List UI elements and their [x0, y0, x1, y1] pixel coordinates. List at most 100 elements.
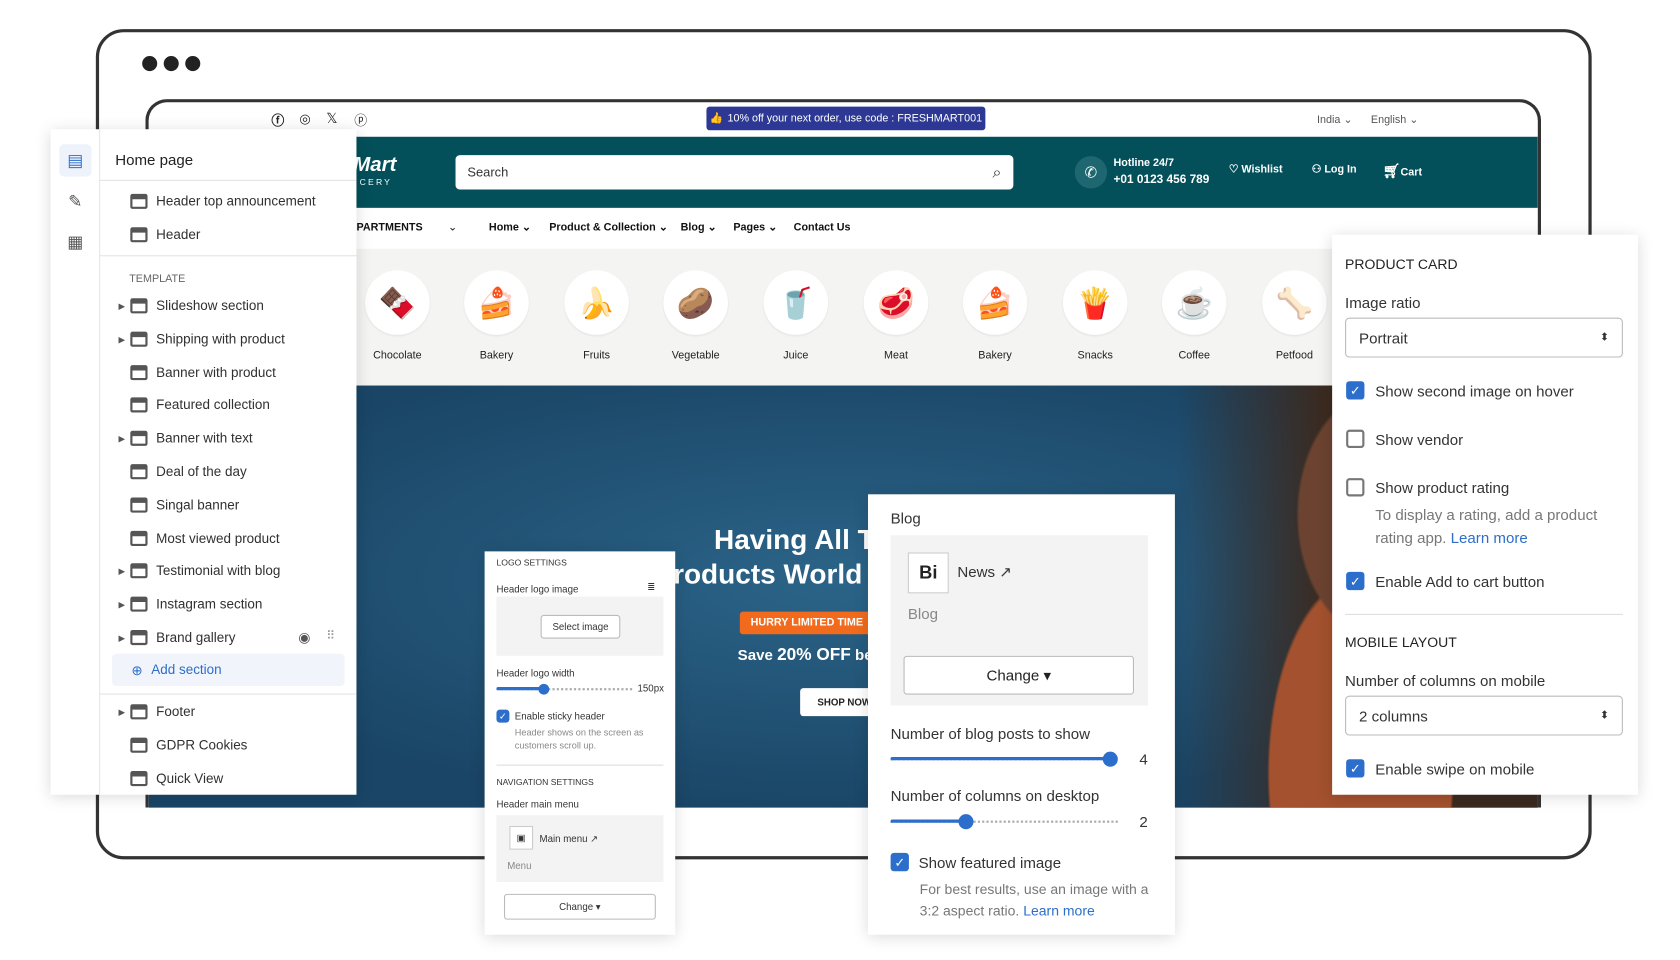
product-rating-checkbox[interactable]: Show product rating [1346, 478, 1509, 497]
category-item[interactable]: 🍌 Fruits [554, 270, 640, 362]
learn-more-link[interactable]: Learn more [1451, 529, 1528, 546]
expand-arrow-icon[interactable]: ▶ [118, 633, 125, 643]
add-to-cart-checkbox[interactable]: ✓ Enable Add to cart button [1346, 571, 1545, 591]
change-menu-button[interactable]: Change ▾ [503, 893, 656, 920]
field-label: Blog [890, 509, 921, 527]
instagram-icon[interactable]: ◎ [299, 111, 310, 126]
icon-rail: ▤ ✎ ▦ [51, 129, 101, 795]
drag-handle-icon[interactable]: ⠿ [326, 629, 335, 643]
category-image: ☕ [1161, 270, 1227, 335]
category-label: Bakery [978, 349, 1012, 362]
select-image-button[interactable]: Select image [540, 614, 621, 639]
pinterest-icon[interactable]: ⓟ [354, 111, 367, 129]
section-item[interactable]: Slideshow section [130, 298, 264, 314]
section-item[interactable]: Deal of the day [130, 464, 247, 480]
expand-arrow-icon[interactable]: ▶ [118, 302, 125, 312]
category-item[interactable]: 🥩 Meat [853, 270, 939, 362]
section-icon [130, 430, 148, 447]
field-label: Number of blog posts to show [890, 724, 1091, 742]
category-item[interactable]: 🍰 Bakery [453, 270, 539, 362]
category-item[interactable]: 🥤 Juice [753, 270, 839, 362]
search-icon[interactable]: ⌕ [992, 163, 1001, 181]
mobile-columns-select[interactable]: 2 columns ⬍ [1345, 695, 1623, 736]
expand-arrow-icon[interactable]: ▶ [118, 335, 125, 345]
search-input[interactable]: Search ⌕ [455, 155, 1014, 190]
section-item[interactable]: Most viewed product [130, 530, 280, 546]
blog-settings-panel: Blog Bi News ↗ Blog Change ▾ Number of b… [867, 494, 1175, 935]
category-label: Snacks [1077, 349, 1113, 362]
nav-pages[interactable]: Pages ⌄ [733, 222, 777, 234]
nav-contact[interactable]: Contact Us [794, 222, 851, 234]
category-item[interactable]: 🥔 Vegetable [653, 270, 739, 362]
country-select[interactable]: India ⌄ [1317, 114, 1352, 126]
logo-settings-panel: LOGO SETTINGS Header logo image ≣ Select… [484, 551, 676, 935]
section-item[interactable]: Banner with product [130, 364, 276, 380]
section-item[interactable]: Header top announcement [130, 193, 316, 209]
section-item[interactable]: Testimonial with blog [130, 563, 280, 579]
second-image-checkbox[interactable]: ✓ Show second image on hover [1346, 381, 1574, 400]
category-image: 🥤 [763, 270, 829, 335]
help-text: To display a rating, add a product ratin… [1375, 506, 1598, 546]
category-item[interactable]: 🍰 Bakery [952, 270, 1038, 362]
plus-circle-icon: ⊕ [131, 662, 143, 678]
theme-settings-icon[interactable]: ✎ [59, 185, 91, 217]
section-item[interactable]: GDPR Cookies [130, 737, 247, 753]
section-item[interactable]: Brand gallery [130, 629, 235, 646]
section-item[interactable]: Instagram section [130, 596, 262, 612]
language-select[interactable]: English ⌄ [1371, 114, 1418, 126]
category-item[interactable]: 🦴 Petfood [1251, 270, 1337, 362]
section-item[interactable]: Singal banner [130, 497, 239, 513]
section-icon [130, 364, 148, 380]
facebook-icon[interactable]: ⓕ [271, 111, 284, 129]
login-link[interactable]: ⚇ Log In [1312, 164, 1357, 176]
nav-product-collection[interactable]: Product & Collection ⌄ [549, 222, 668, 234]
category-item[interactable]: 🍫 Chocolate [354, 270, 440, 362]
category-item[interactable]: ☕ Coffee [1151, 270, 1237, 362]
logo[interactable]: Mart [353, 154, 396, 178]
category-label: Coffee [1178, 349, 1211, 362]
blog-icon: Bi [907, 552, 949, 594]
x-icon[interactable]: 𝕏 [326, 110, 337, 127]
swipe-mobile-checkbox[interactable]: ✓ Enable swipe on mobile [1346, 759, 1534, 778]
section-item[interactable]: Header [130, 227, 200, 243]
section-item[interactable]: Footer [130, 704, 195, 720]
section-item[interactable]: Featured collection [130, 397, 270, 413]
window-dot [142, 55, 158, 72]
eye-icon[interactable]: ◉ [298, 629, 310, 646]
sticky-header-checkbox[interactable]: ✓ Enable sticky header [496, 709, 605, 723]
section-item[interactable]: Banner with text [130, 430, 253, 447]
promo-text: 10% off your next order, use code : FRES… [727, 112, 983, 125]
section-icon [130, 397, 148, 413]
app-blocks-icon[interactable]: ▦ [59, 226, 91, 258]
expand-arrow-icon[interactable]: ▶ [118, 567, 125, 577]
show-vendor-checkbox[interactable]: Show vendor [1346, 429, 1463, 448]
slider-value: 4 [1139, 750, 1148, 768]
nav-home[interactable]: Home ⌄ [489, 222, 531, 234]
section-item[interactable]: Quick View [130, 771, 223, 787]
cart-link[interactable]: 🛒︎Cart [1383, 163, 1422, 180]
learn-more-link[interactable]: Learn more [1023, 902, 1095, 918]
section-icon [130, 227, 148, 243]
featured-image-checkbox[interactable]: ✓ Show featured image [890, 852, 1061, 872]
category-item[interactable]: 🍟 Snacks [1052, 270, 1138, 362]
expand-arrow-icon[interactable]: ▶ [118, 708, 125, 718]
image-ratio-select[interactable]: Portrait ⬍ [1345, 317, 1623, 358]
category-image: 🍰 [464, 270, 529, 335]
nav-departments[interactable]: PARTMENTS [356, 222, 422, 234]
wishlist-link[interactable]: ♡ Wishlist [1229, 164, 1283, 176]
expand-arrow-icon[interactable]: ▶ [118, 600, 125, 610]
add-section-button[interactable]: ⊕ Add section [111, 653, 345, 686]
section-heading: LOGO SETTINGS [496, 557, 567, 568]
section-icon [130, 298, 148, 314]
change-blog-button[interactable]: Change ▾ [903, 655, 1134, 695]
section-item[interactable]: Shipping with product [130, 331, 285, 347]
expand-arrow-icon[interactable]: ▶ [118, 434, 125, 444]
section-icon [130, 331, 148, 347]
main-menu-link[interactable]: Main menu ↗ [540, 834, 599, 846]
sections-icon[interactable]: ▤ [59, 144, 92, 177]
category-image: 🍫 [365, 270, 430, 335]
nav-blog[interactable]: Blog ⌄ [681, 222, 717, 234]
blog-link[interactable]: News ↗ [957, 563, 1012, 581]
heart-icon: ♡ [1228, 163, 1239, 176]
category-image: 🥔 [663, 270, 728, 335]
